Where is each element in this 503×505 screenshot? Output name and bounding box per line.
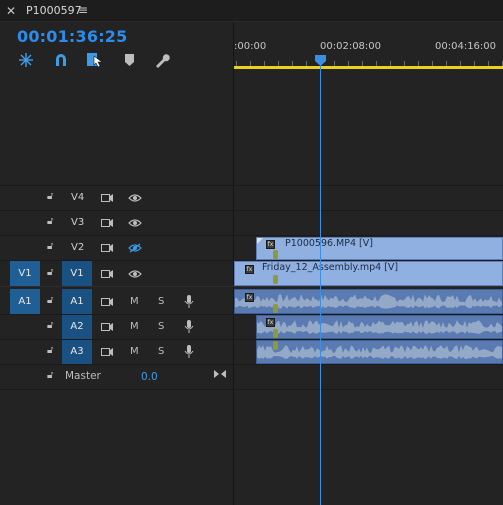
mute-button[interactable]: M [130, 346, 139, 357]
linked-selection-icon[interactable] [86, 52, 104, 68]
clip-a3[interactable] [256, 340, 503, 364]
track-header-a2: 🔓︎ A2 M S [0, 315, 233, 339]
track-label-a1[interactable]: A1 [62, 289, 92, 314]
timeline-header-controls [0, 22, 234, 184]
timeline-settings-wrench-icon[interactable] [153, 52, 171, 68]
toggle-output-eye-icon[interactable] [128, 218, 142, 228]
clip-corner-icon [257, 238, 263, 244]
master-track-label: Master [65, 370, 101, 382]
ruler-label-0: :00:00 [234, 41, 267, 52]
video-audio-separator[interactable] [0, 286, 503, 287]
clip-v2[interactable]: fx P1000596.MP4 [V] [256, 237, 503, 260]
sequence-tab-title[interactable]: P1000597 [26, 4, 82, 17]
sync-lock-icon[interactable] [101, 298, 113, 306]
track-header-v4: 🔓︎ V4 [0, 186, 233, 210]
lock-icon[interactable]: 🔓︎ [47, 320, 53, 331]
mute-button[interactable]: M [130, 321, 139, 332]
clip-a1[interactable]: fx [234, 289, 503, 314]
clip-marker[interactable] [273, 304, 278, 313]
ruler-label-1: 00:02:08:00 [320, 41, 382, 52]
sync-lock-icon[interactable] [101, 323, 113, 331]
voiceover-record-icon[interactable] [184, 295, 194, 308]
track-header-v2: 🔓︎ V2 [0, 236, 233, 260]
track-label-v4[interactable]: V4 [71, 192, 84, 203]
nest-sequence-icon[interactable] [17, 52, 35, 68]
clip-a2[interactable]: fx [256, 315, 503, 339]
track-label-a3[interactable]: A3 [62, 340, 92, 364]
master-volume-value[interactable]: 0.0 [141, 371, 158, 383]
add-marker-icon[interactable] [121, 52, 139, 68]
playhead-line[interactable] [320, 64, 321, 505]
toggle-output-eye-icon[interactable] [128, 193, 142, 203]
track-label-v3[interactable]: V3 [71, 217, 84, 228]
audio-waveform [257, 345, 502, 359]
solo-button[interactable]: S [158, 321, 164, 332]
clip-label: Friday_12_Assembly.mp4 [V] [262, 262, 399, 273]
eye-hidden-icon[interactable] [128, 243, 142, 253]
sync-lock-icon[interactable] [101, 219, 113, 227]
snap-magnet-icon[interactable] [52, 52, 70, 68]
toggle-output-eye-icon[interactable] [128, 269, 142, 279]
lock-icon[interactable]: 🔓︎ [47, 345, 53, 356]
source-patch-v1[interactable]: V1 [10, 261, 40, 286]
fx-badge-icon: fx [245, 293, 254, 302]
audio-waveform [257, 320, 502, 334]
mute-button[interactable]: M [130, 296, 139, 307]
solo-button[interactable]: S [158, 346, 164, 357]
track-header-a1: A1 🔓︎ A1 M S [0, 289, 233, 314]
track-label-v2[interactable]: V2 [71, 242, 84, 253]
lock-icon[interactable]: 🔓︎ [47, 267, 53, 278]
track-label-v1[interactable]: V1 [62, 261, 92, 286]
ruler-label-2: 00:04:16:00 [435, 41, 497, 52]
lock-icon[interactable]: 🔓︎ [47, 370, 53, 381]
voiceover-record-icon[interactable] [184, 320, 194, 333]
lock-icon[interactable]: 🔓︎ [47, 216, 53, 227]
track-header-v1: V1 🔓︎ V1 [0, 261, 233, 286]
fx-badge-icon: fx [245, 265, 254, 274]
clip-label: P1000596.MP4 [V] [285, 238, 373, 249]
sync-lock-icon[interactable] [101, 244, 113, 252]
clip-v1[interactable]: fx Friday_12_Assembly.mp4 [V] [234, 261, 503, 286]
clip-marker[interactable] [273, 341, 278, 350]
sync-lock-icon[interactable] [101, 270, 113, 278]
track-label-a2[interactable]: A2 [62, 315, 92, 339]
playhead-timecode[interactable]: 00:01:36:25 [17, 27, 127, 46]
lock-icon[interactable]: 🔓︎ [47, 295, 53, 306]
clip-marker[interactable] [273, 275, 278, 284]
clip-marker[interactable] [273, 329, 278, 338]
clip-marker[interactable] [273, 250, 278, 259]
panel-menu-icon[interactable]: ≡ [78, 3, 88, 17]
track-header-a3: 🔓︎ A3 M S [0, 340, 233, 364]
solo-button[interactable]: S [158, 296, 164, 307]
lock-icon[interactable]: 🔓︎ [47, 241, 53, 252]
sync-lock-icon[interactable] [101, 194, 113, 202]
track-header-v3: 🔓︎ V3 [0, 211, 233, 235]
go-to-in-out-icon[interactable] [214, 369, 226, 379]
work-area-bar[interactable] [234, 66, 503, 69]
track-divider [0, 389, 503, 390]
voiceover-record-icon[interactable] [184, 345, 194, 358]
sync-lock-icon[interactable] [101, 348, 113, 356]
lock-icon[interactable]: 🔓︎ [47, 191, 53, 202]
track-header-master: 🔓︎ Master 0.0 [0, 365, 233, 389]
fx-badge-icon: fx [266, 240, 275, 249]
source-patch-a1[interactable]: A1 [10, 289, 40, 314]
close-tab-icon[interactable]: ✕ [6, 4, 16, 18]
fx-badge-icon: fx [266, 318, 275, 327]
